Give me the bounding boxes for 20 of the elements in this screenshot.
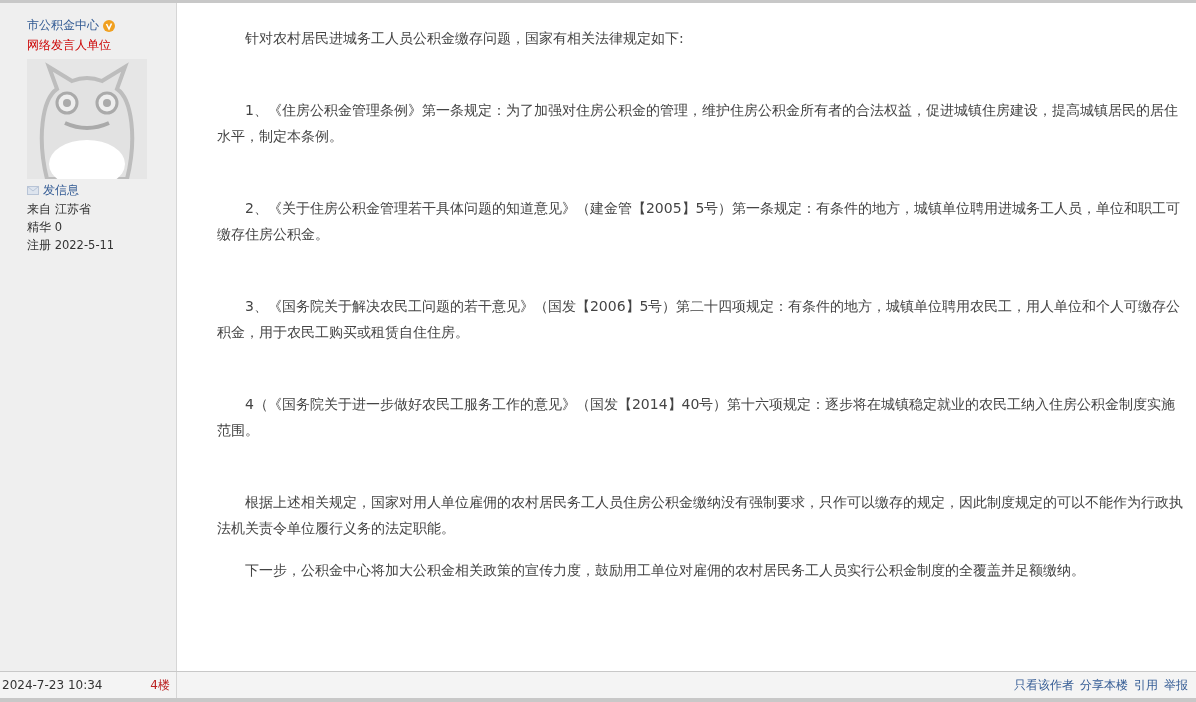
post-paragraph: 根据上述相关规定，国家对用人单位雇佣的农村居民务工人员住房公积金缴纳没有强制要求，只作可以缴存的规定，因此制度规定的可以不能作为行政执法机关责令单位履行义务的法定职能。 bbox=[217, 493, 1184, 538]
post-time: 2024-7-23 10:34 bbox=[2, 678, 103, 692]
post-paragraph: 3、《国务院关于解决农民工问题的若干意见》（国发【2006】5号）第二十四项规定：有条件的地方，城镇单位聘用农民工，用人单位和个人可缴存公积金，用于农民工购买或租赁自住住房。 bbox=[217, 297, 1182, 342]
post-paragraph: 针对农村居民进城务工人员公积金缴存问题，国家有相关法律规定如下: bbox=[244, 29, 685, 48]
author-name[interactable]: 市公积金中心 bbox=[27, 17, 99, 34]
author-location: 来自 江苏省 bbox=[27, 202, 91, 217]
post-paragraph: 2、《关于住房公积金管理若干具体问题的知道意见》（建金管【2005】5号）第一条规定：有条件的地方，城镇单位聘用进城务工人员，单位和职工可缴存住房公积金。 bbox=[217, 199, 1182, 244]
post-paragraph: 下一步，公积金中心将加大公积金相关政策的宣传力度，鼓励用工单位对雇佣的农村居民务工人员实行公积金制度的全覆盖并足额缴纳。 bbox=[244, 561, 1086, 580]
author-role: 网络发言人单位 bbox=[27, 37, 111, 54]
post-paragraph: 4（《国务院关于进一步做好农民工服务工作的意见》（国发【2014】40号）第十六项规定：逐步将在城镇稳定就业的农民工纳入住房公积金制度实施范围。 bbox=[217, 395, 1177, 440]
digest-count: 精华 0 bbox=[27, 220, 62, 235]
floor-number: 4楼 bbox=[150, 676, 170, 694]
envelope-icon bbox=[27, 186, 39, 195]
post-action-link[interactable]: 分享本楼 bbox=[1080, 676, 1128, 694]
post-action-link[interactable]: 只看该作者 bbox=[1014, 676, 1074, 694]
register-date: 注册 2022-5-11 bbox=[27, 238, 115, 253]
post-action-link[interactable]: 引用 bbox=[1134, 676, 1158, 694]
post-action-link[interactable]: 举报 bbox=[1164, 676, 1188, 694]
send-message-link[interactable]: 发信息 bbox=[43, 182, 79, 199]
post-paragraph: 1、《住房公积金管理条例》第一条规定：为了加强对住房公积金的管理，维护住房公积金所有者的合法权益，促进城镇住房建设，提高城镇居民的居住水平，制定本条例。 bbox=[217, 101, 1179, 146]
